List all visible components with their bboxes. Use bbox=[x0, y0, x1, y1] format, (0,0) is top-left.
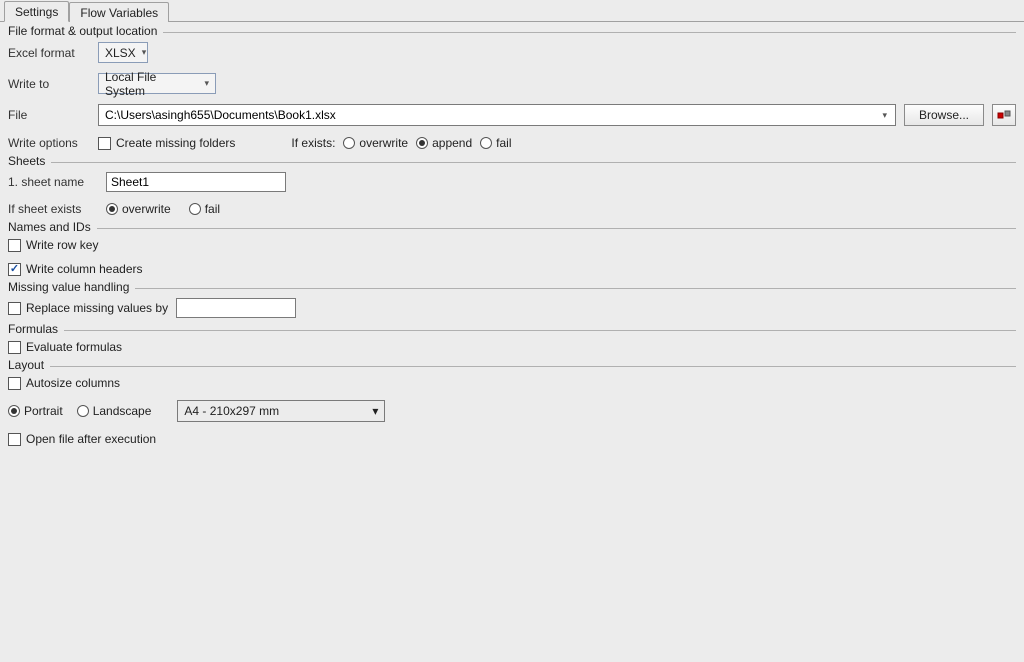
sheet-name-input[interactable] bbox=[106, 172, 286, 192]
legend-missing: Missing value handling bbox=[8, 280, 135, 294]
file-path-combo[interactable]: ▾ bbox=[98, 104, 896, 126]
legend-layout: Layout bbox=[8, 358, 50, 372]
excel-format-select[interactable]: XLSX ▾ bbox=[98, 42, 148, 63]
checkbox-write-column-headers[interactable]: Write column headers bbox=[8, 262, 143, 276]
label-sheet-name: 1. sheet name bbox=[8, 175, 98, 189]
checkbox-write-row-key[interactable]: Write row key bbox=[8, 238, 98, 252]
label-file: File bbox=[8, 108, 90, 122]
legend-formulas: Formulas bbox=[8, 322, 64, 336]
paper-size-select[interactable]: A4 - 210x297 mm ▾ bbox=[177, 400, 385, 422]
group-missing: Missing value handling Replace missing v… bbox=[8, 284, 1016, 318]
checkbox-evaluate-formulas[interactable]: Evaluate formulas bbox=[8, 340, 122, 354]
group-names-ids: Names and IDs Write row key Write column… bbox=[8, 224, 1016, 276]
chevron-down-icon[interactable]: ▾ bbox=[878, 110, 891, 121]
chevron-down-icon: ▾ bbox=[372, 404, 378, 418]
file-path-input[interactable] bbox=[103, 107, 878, 123]
label-if-exists: If exists: bbox=[291, 136, 335, 150]
flow-var-icon bbox=[997, 108, 1011, 122]
legend-sheets: Sheets bbox=[8, 154, 51, 168]
checkbox-create-missing-folders[interactable]: Create missing folders bbox=[98, 136, 235, 150]
checkbox-autosize-columns[interactable]: Autosize columns bbox=[8, 376, 120, 390]
radio-sheet-overwrite[interactable]: overwrite bbox=[106, 202, 171, 216]
excel-format-value: XLSX bbox=[105, 46, 136, 60]
chevron-down-icon: ▾ bbox=[142, 47, 147, 58]
tabs-bar: Settings Flow Variables bbox=[0, 0, 1024, 22]
settings-panel: File format & output location Excel form… bbox=[0, 22, 1024, 454]
group-file-format: File format & output location Excel form… bbox=[8, 28, 1016, 150]
radio-overwrite[interactable]: overwrite bbox=[343, 136, 408, 150]
label-write-options: Write options bbox=[8, 136, 90, 150]
radio-fail[interactable]: fail bbox=[480, 136, 511, 150]
checkbox-replace-missing[interactable]: Replace missing values by bbox=[8, 301, 168, 315]
label-create-missing: Create missing folders bbox=[116, 136, 235, 150]
browse-button[interactable]: Browse... bbox=[904, 104, 984, 126]
legend-names: Names and IDs bbox=[8, 220, 97, 234]
tab-flow-variables[interactable]: Flow Variables bbox=[69, 2, 169, 22]
write-to-value: Local File System bbox=[105, 70, 198, 98]
tab-settings[interactable]: Settings bbox=[4, 1, 69, 22]
flow-variable-icon-button[interactable] bbox=[992, 104, 1016, 126]
radio-sheet-fail[interactable]: fail bbox=[189, 202, 220, 216]
paper-size-value: A4 - 210x297 mm bbox=[184, 404, 279, 418]
label-if-sheet-exists: If sheet exists bbox=[8, 202, 98, 216]
replace-missing-input[interactable] bbox=[176, 298, 296, 318]
legend-file-format: File format & output location bbox=[8, 24, 163, 38]
write-to-select[interactable]: Local File System ▾ bbox=[98, 73, 216, 94]
radio-append[interactable]: append bbox=[416, 136, 472, 150]
checkbox-open-after-execution[interactable]: Open file after execution bbox=[8, 432, 156, 446]
group-sheets: Sheets 1. sheet name If sheet exists ove… bbox=[8, 158, 1016, 216]
radio-landscape[interactable]: Landscape bbox=[77, 404, 152, 418]
label-excel-format: Excel format bbox=[8, 46, 90, 60]
group-layout: Layout Autosize columns Portrait Landsca… bbox=[8, 362, 1016, 422]
radio-portrait[interactable]: Portrait bbox=[8, 404, 63, 418]
group-formulas: Formulas Evaluate formulas bbox=[8, 326, 1016, 354]
label-write-to: Write to bbox=[8, 77, 90, 91]
chevron-down-icon: ▾ bbox=[204, 78, 209, 89]
